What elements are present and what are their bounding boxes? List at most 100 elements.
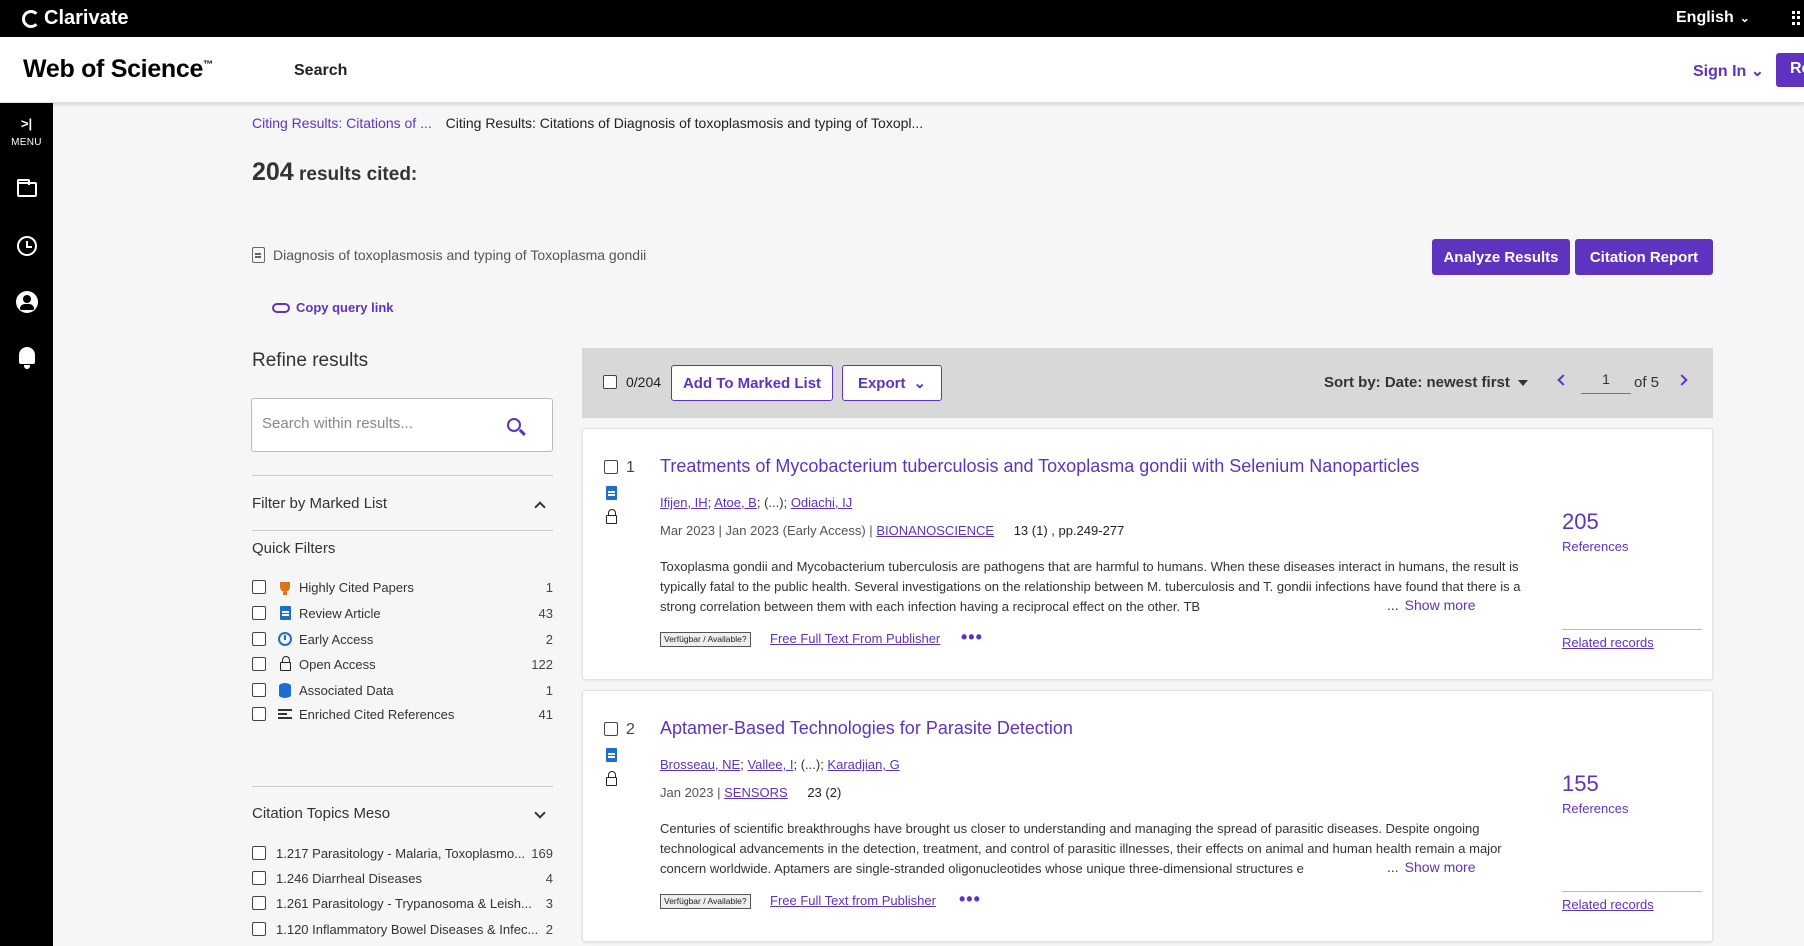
clarivate-logo[interactable]: Clarivate [22, 7, 129, 30]
journal-link[interactable]: SENSORS [724, 785, 788, 800]
references-count[interactable]: 155 [1562, 771, 1599, 797]
page-number-input[interactable] [1581, 364, 1631, 394]
language-label: English [1676, 9, 1734, 26]
chevron-up-icon[interactable] [534, 501, 546, 513]
topic-filter[interactable]: 1.120 Inflammatory Bowel Diseases & Infe… [252, 918, 553, 940]
language-selector[interactable]: English ⌄ [1676, 9, 1750, 27]
related-records-link[interactable]: Related records [1562, 897, 1654, 912]
sign-in-label: Sign In [1693, 63, 1747, 80]
topic-filter[interactable]: 1.217 Parasitology - Malaria, Toxoplasmo… [252, 842, 553, 864]
menu-toggle[interactable]: >| MENU [0, 115, 53, 148]
author-link[interactable]: Brosseau, NE [660, 757, 740, 772]
breadcrumb-current: Citing Results: Citations of Diagnosis o… [445, 115, 924, 131]
author-link[interactable]: Karadjian, G [827, 757, 899, 772]
history-button[interactable] [0, 236, 53, 261]
nav-search-link[interactable]: Search [294, 62, 347, 80]
chevron-down-icon[interactable] [534, 807, 546, 819]
citation-report-button[interactable]: Citation Report [1575, 239, 1713, 275]
show-more-link[interactable]: ... Show more [1383, 859, 1476, 875]
quick-filter-highly-cited[interactable]: Highly Cited Papers 1 [252, 576, 553, 598]
bell-icon [18, 347, 35, 369]
filter-label: Associated Data [299, 682, 394, 698]
open-lock-icon [606, 771, 617, 786]
show-more-link[interactable]: ... Show more [1383, 597, 1476, 613]
breadcrumb-link[interactable]: Citing Results: Citations of ... [252, 115, 432, 131]
author-link[interactable]: Ifijen, IH [660, 495, 708, 510]
record-authors: Ifijen, IH; Atoe, B; (...); Odiachi, IJ [660, 495, 853, 510]
link-icon [272, 302, 290, 313]
analyze-results-button[interactable]: Analyze Results [1432, 239, 1570, 275]
results-toolbar: 0/204 Add To Marked List Export ⌄ Sort b… [582, 348, 1713, 418]
document-icon [606, 748, 617, 762]
record-title[interactable]: Aptamer-Based Technologies for Parasite … [660, 718, 1073, 739]
alerts-button[interactable] [0, 347, 53, 369]
divider [1562, 629, 1702, 630]
filter-label: Highly Cited Papers [299, 579, 414, 595]
citation-topics-heading[interactable]: Citation Topics Meso [252, 805, 390, 822]
filter-label: Review Article [299, 605, 381, 621]
authors-ellipsis[interactable]: (...) [764, 495, 784, 510]
checkbox[interactable] [252, 707, 266, 721]
record-checkbox[interactable] [604, 722, 618, 736]
more-options-icon[interactable]: ••• [961, 627, 983, 648]
expand-menu-icon: >| [20, 116, 33, 131]
quick-filter-early-access[interactable]: Early Access 2 [252, 628, 553, 650]
topic-count: 2 [545, 921, 553, 937]
quick-filters-heading: Quick Filters [252, 540, 336, 557]
author-link[interactable]: Odiachi, IJ [791, 495, 852, 510]
checkbox[interactable] [252, 606, 266, 620]
query-description: Diagnosis of toxoplasmosis and typing of… [252, 247, 646, 263]
open-lock-icon [606, 509, 617, 524]
checkbox[interactable] [252, 871, 266, 885]
checkbox[interactable] [252, 632, 266, 646]
sort-dropdown[interactable]: Sort by: Date: newest first [1324, 374, 1528, 391]
quick-filter-associated-data[interactable]: Associated Data 1 [252, 679, 553, 701]
quick-filter-open-access[interactable]: Open Access 122 [252, 653, 553, 675]
quick-filter-enriched-refs[interactable]: Enriched Cited References 41 [252, 703, 553, 725]
profile-button[interactable] [0, 291, 53, 318]
author-link[interactable]: Vallee, I [747, 757, 793, 772]
folder-button[interactable] [0, 179, 53, 202]
register-button[interactable]: Re [1776, 53, 1804, 87]
quick-filter-review-article[interactable]: Review Article 43 [252, 602, 553, 624]
sign-in-button[interactable]: Sign In ⌄ [1693, 61, 1764, 81]
checkbox[interactable] [252, 846, 266, 860]
availability-badge[interactable]: Verfügbar / Available? [660, 632, 751, 647]
topic-label: 1.217 Parasitology - Malaria, Toxoplasmo… [276, 845, 526, 861]
checkbox[interactable] [252, 580, 266, 594]
checkbox[interactable] [252, 896, 266, 910]
full-text-link[interactable]: Free Full Text from Publisher [770, 893, 936, 908]
record-checkbox[interactable] [604, 460, 618, 474]
related-records-link[interactable]: Related records [1562, 635, 1654, 650]
copy-query-link[interactable]: Copy query link [272, 300, 394, 315]
search-icon[interactable] [507, 418, 521, 432]
topic-filter[interactable]: 1.246 Diarrheal Diseases 4 [252, 867, 553, 889]
wos-logo[interactable]: Web of Science™ [23, 55, 213, 84]
author-link[interactable]: Atoe, B [714, 495, 757, 510]
authors-ellipsis[interactable]: (...) [801, 757, 821, 772]
export-button[interactable]: Export ⌄ [842, 365, 942, 401]
availability-badge[interactable]: Verfügbar / Available? [660, 894, 751, 909]
search-within-input[interactable] [262, 415, 492, 432]
checkbox[interactable] [252, 683, 266, 697]
trademark: ™ [203, 59, 213, 71]
filter-marked-list-heading[interactable]: Filter by Marked List [252, 495, 387, 512]
record-title[interactable]: Treatments of Mycobacterium tuberculosis… [660, 456, 1419, 477]
export-label: Export [857, 374, 906, 392]
next-page-icon[interactable] [1676, 374, 1688, 386]
checkbox[interactable] [252, 922, 266, 936]
references-count[interactable]: 205 [1562, 509, 1599, 535]
record-number: 1 [626, 459, 635, 476]
sort-label: Sort by: Date: newest first [1324, 374, 1510, 391]
document-icon [606, 486, 617, 500]
record-date: Mar 2023 | Jan 2023 (Early Access) | [660, 523, 873, 538]
add-to-marked-list-button[interactable]: Add To Marked List [671, 365, 833, 401]
more-options-icon[interactable]: ••• [959, 889, 981, 910]
checkbox[interactable] [252, 657, 266, 671]
journal-link[interactable]: BIONANOSCIENCE [876, 523, 994, 538]
previous-page-icon[interactable] [1557, 374, 1569, 386]
apps-grid-icon[interactable] [1792, 11, 1804, 25]
full-text-link[interactable]: Free Full Text From Publisher [770, 631, 940, 646]
select-all-checkbox[interactable] [603, 375, 617, 389]
topic-filter[interactable]: 1.261 Parasitology - Trypanosoma & Leish… [252, 892, 553, 914]
